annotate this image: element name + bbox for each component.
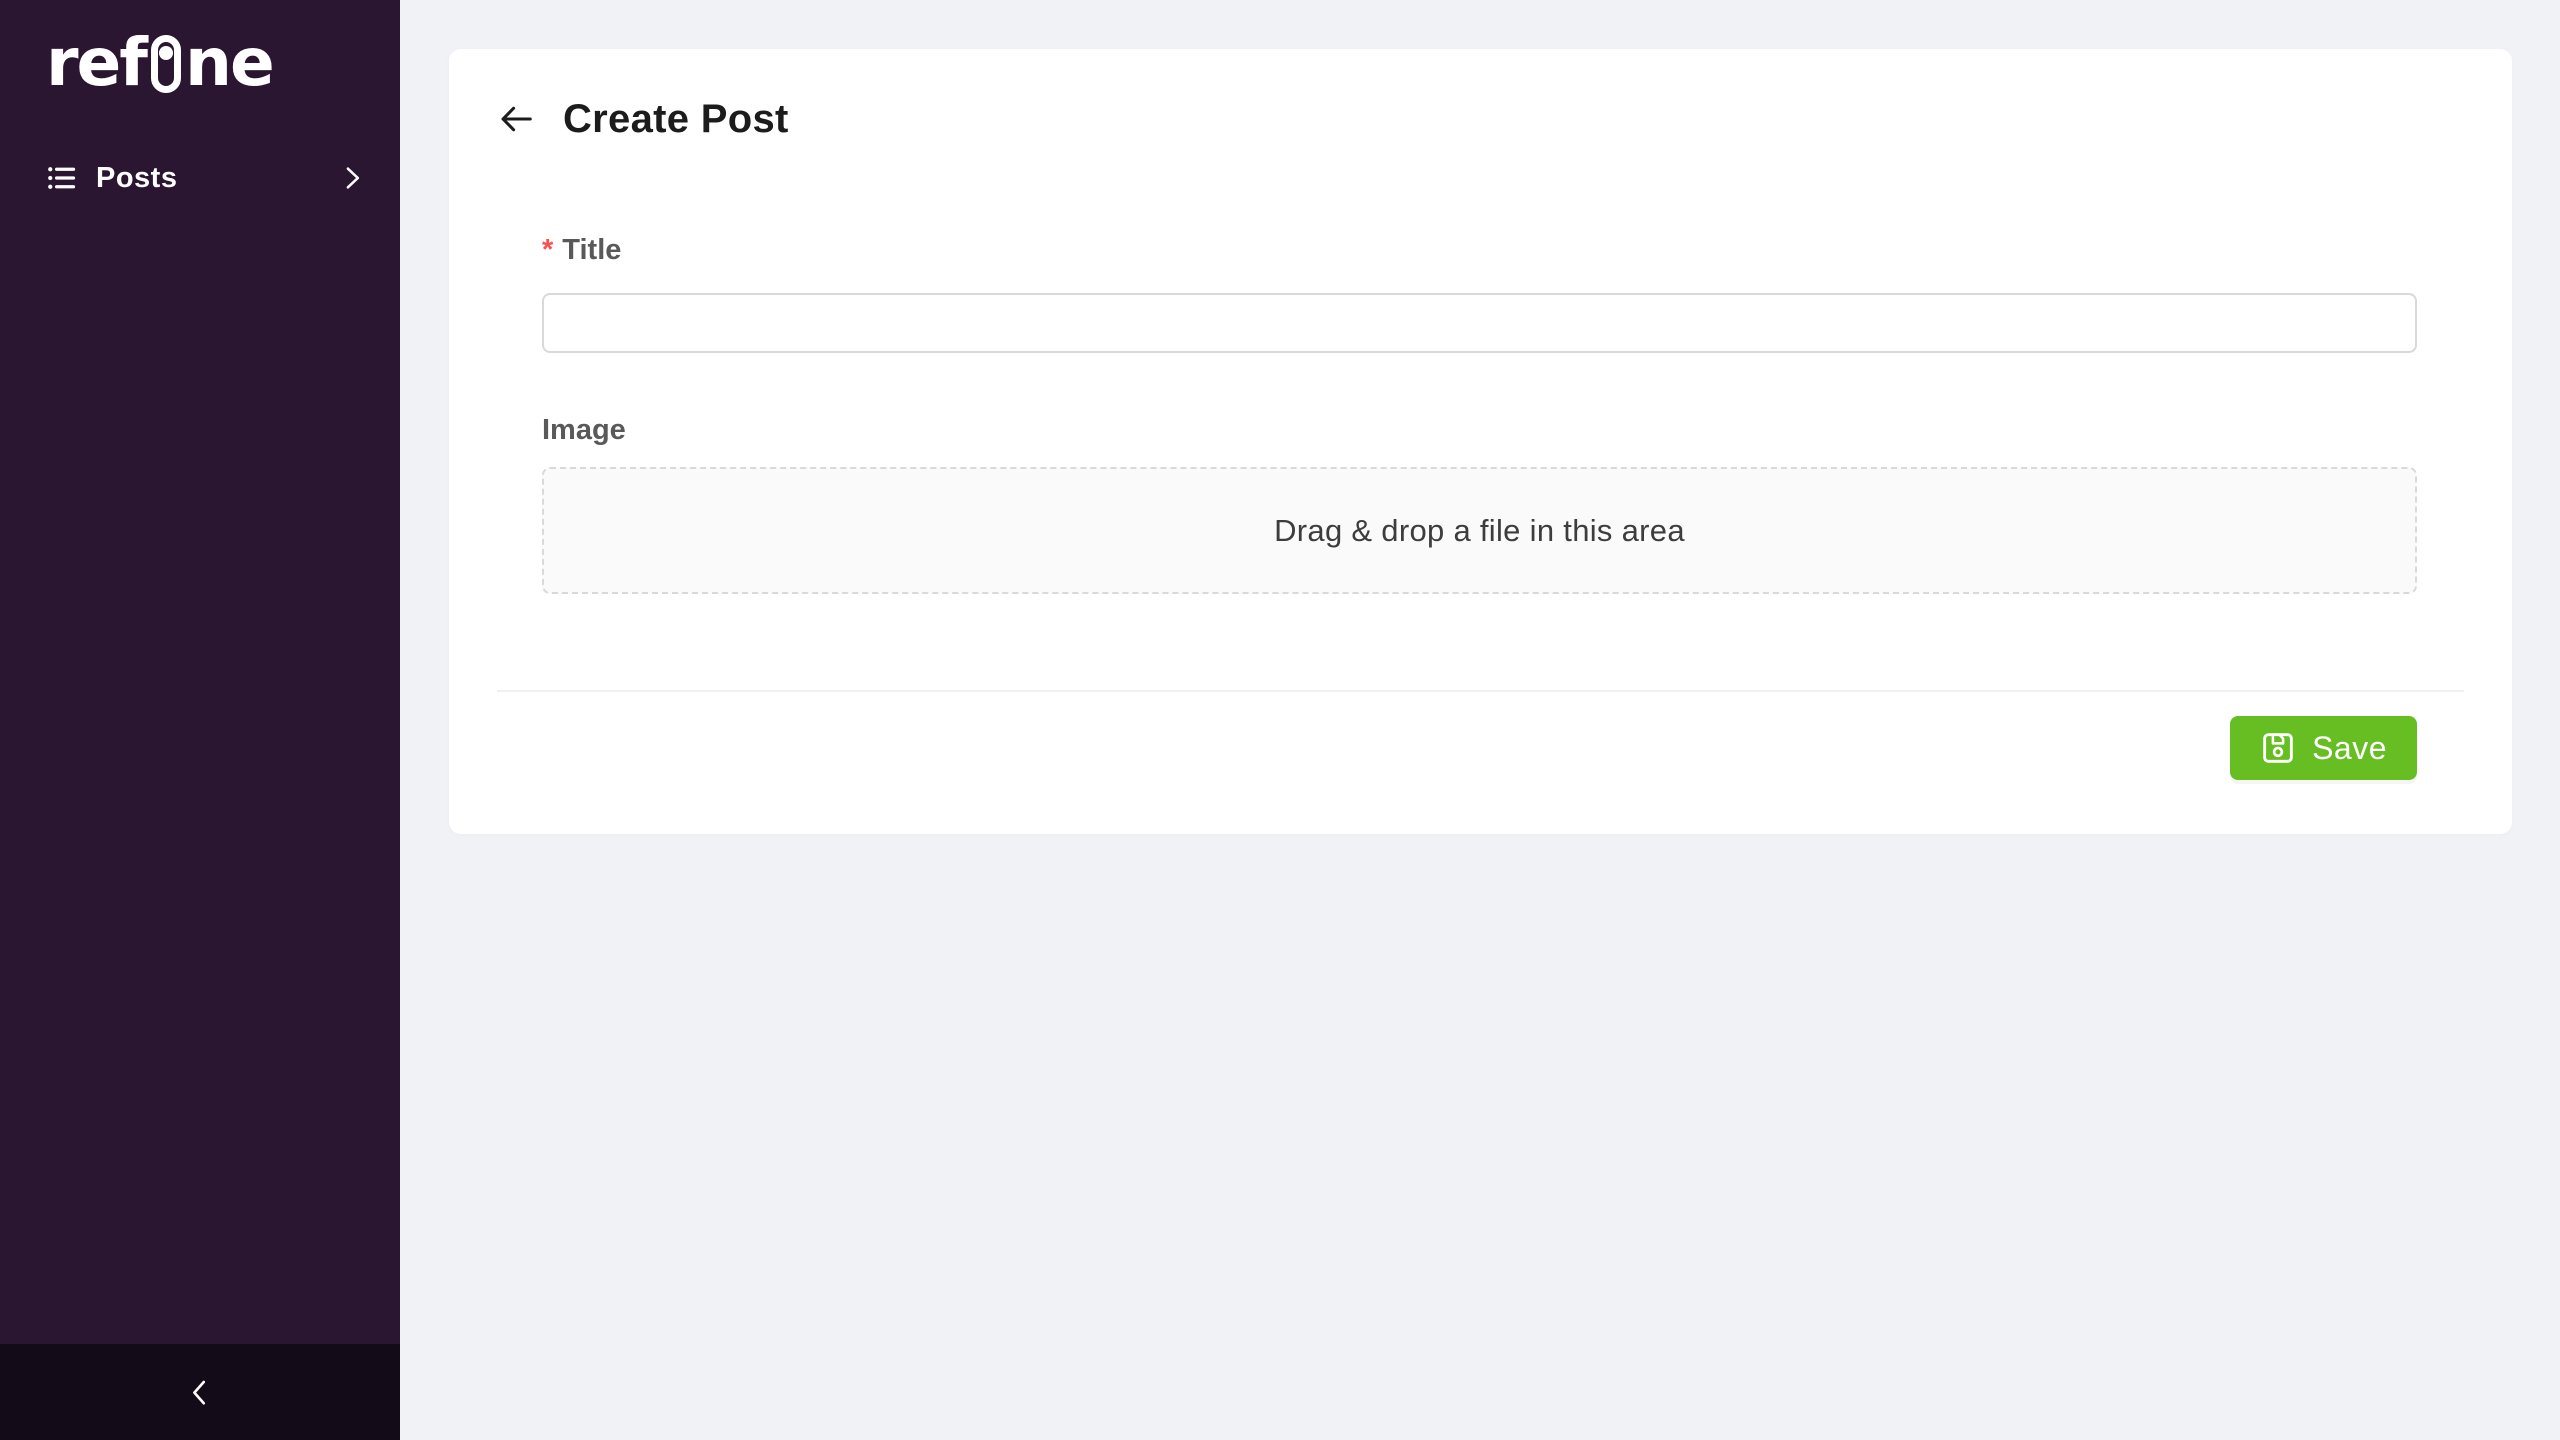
title-input[interactable]	[542, 293, 2417, 353]
page-title: Create Post	[563, 97, 789, 142]
logo-text-right: ne	[185, 20, 273, 106]
logo-toggle-dot	[159, 46, 173, 60]
create-post-form: * Title Image Drag & drop a file in this…	[542, 233, 2417, 594]
save-button-label: Save	[2312, 730, 2387, 767]
back-button[interactable]	[497, 100, 535, 138]
unordered-list-icon	[46, 163, 76, 193]
chevron-right-icon	[338, 164, 366, 192]
save-button[interactable]: Save	[2230, 716, 2417, 780]
main-content: Create Post * Title Image Drag & drop a …	[400, 0, 2560, 834]
title-label-text: Title	[562, 233, 621, 267]
create-post-card: Create Post * Title Image Drag & drop a …	[449, 49, 2512, 834]
image-dropzone[interactable]: Drag & drop a file in this area	[542, 467, 2417, 594]
sidebar-item-posts[interactable]: Posts	[0, 150, 400, 206]
logo-toggle-i-icon	[151, 35, 181, 93]
title-field-label: * Title	[542, 233, 2417, 267]
image-label-text: Image	[542, 413, 626, 447]
refine-logo: ref ne	[46, 20, 400, 106]
sidebar: ref ne Posts	[0, 0, 400, 1440]
sidebar-menu: Posts	[0, 150, 400, 206]
sidebar-item-label: Posts	[96, 162, 177, 195]
arrow-left-icon	[497, 100, 535, 138]
sidebar-collapse-trigger[interactable]	[0, 1344, 400, 1440]
card-footer: Save	[497, 716, 2417, 780]
floppy-disk-icon	[2260, 730, 2296, 766]
chevron-left-icon	[185, 1377, 215, 1407]
page-header: Create Post	[497, 91, 2464, 147]
dropzone-text: Drag & drop a file in this area	[1274, 513, 1685, 549]
required-asterisk: *	[542, 233, 553, 267]
image-field-label: Image	[542, 413, 2417, 447]
logo-text-left: ref	[46, 20, 146, 106]
footer-divider	[497, 690, 2464, 692]
